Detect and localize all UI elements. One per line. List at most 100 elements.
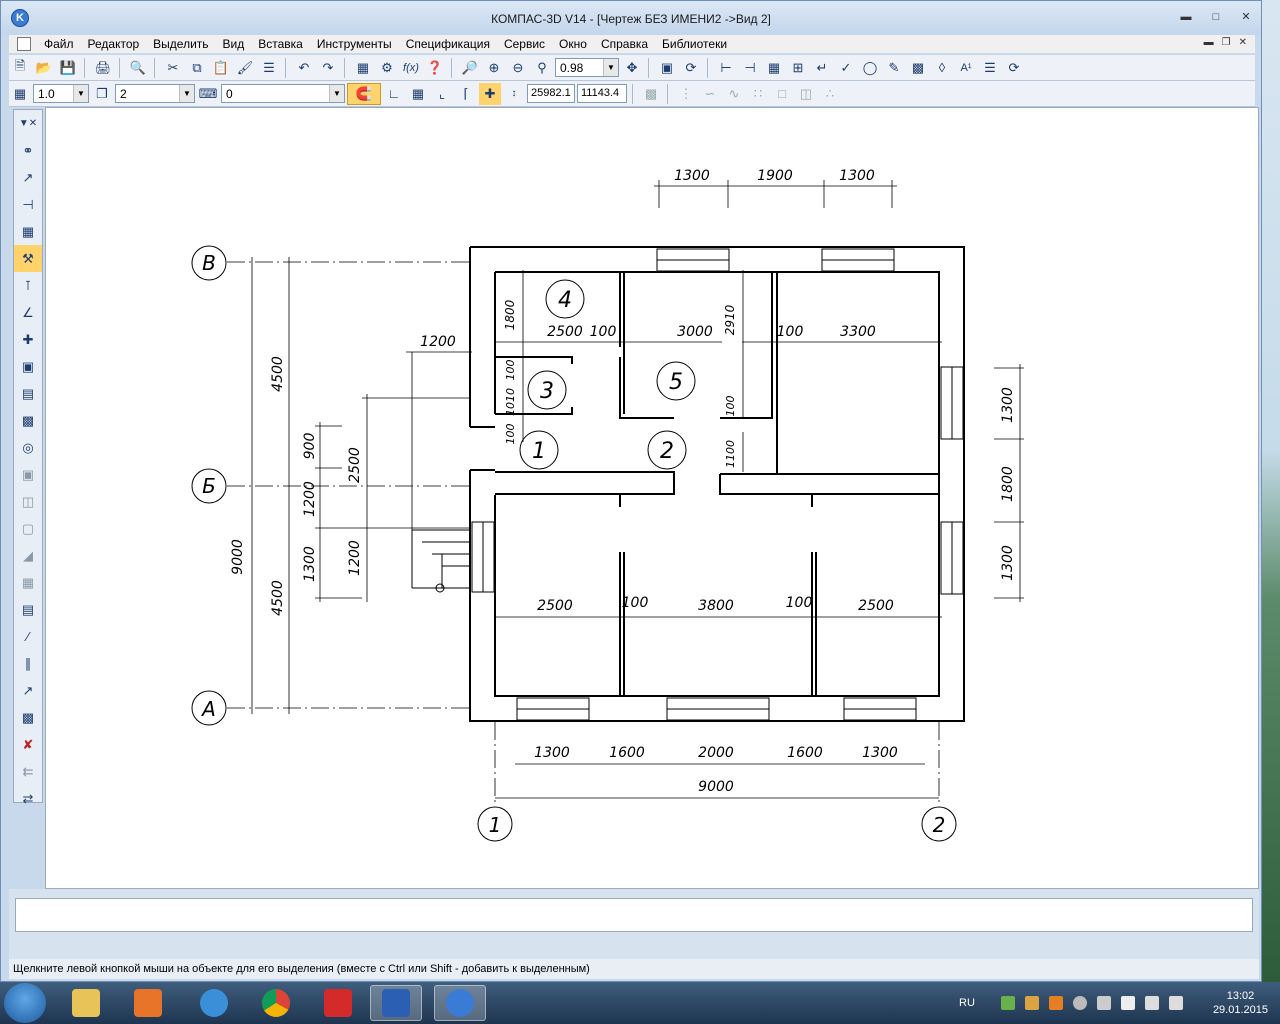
gray-tool-5-icon[interactable]: ▦: [14, 569, 42, 596]
doc-close-icon[interactable]: ✕: [1239, 37, 1247, 48]
coord-y-field[interactable]: 11143.4: [577, 84, 627, 103]
base-icon[interactable]: ◊: [931, 57, 953, 79]
menu-select[interactable]: Выделить: [146, 37, 215, 51]
print-icon[interactable]: 🖨: [92, 57, 114, 79]
variables-icon[interactable]: f(x): [400, 57, 422, 79]
local-cs-icon[interactable]: ⌞: [431, 83, 453, 105]
round-icon[interactable]: ✚: [479, 82, 501, 105]
spec-icon[interactable]: ☰: [979, 57, 1001, 79]
maximize-icon[interactable]: □: [1209, 11, 1223, 23]
chrome-icon[interactable]: [250, 985, 302, 1021]
explorer-icon[interactable]: [60, 985, 112, 1021]
help-pointer-icon[interactable]: ❓: [424, 57, 446, 79]
menu-service[interactable]: Сервис: [497, 37, 552, 51]
chevron-down-icon[interactable]: ▼: [329, 85, 344, 102]
snap-magnet-icon[interactable]: 🧲: [347, 82, 381, 105]
gray-tool-1-icon[interactable]: ▣: [14, 461, 42, 488]
mirror-icon[interactable]: ◫: [795, 83, 817, 105]
hatch-icon[interactable]: ▩: [640, 83, 662, 105]
grid-icon[interactable]: ▦: [407, 83, 429, 105]
properties-icon[interactable]: ☰: [258, 57, 280, 79]
scale-icon[interactable]: ▦: [9, 83, 31, 105]
network-icon[interactable]: [1072, 996, 1087, 1010]
media-player-icon[interactable]: [122, 985, 174, 1021]
doc-minimize-icon[interactable]: ▬: [1204, 37, 1214, 48]
library-icon[interactable]: ⚙: [376, 57, 398, 79]
zoom-window-icon[interactable]: 🔎: [459, 57, 481, 79]
array-icon[interactable]: ∴: [819, 83, 841, 105]
language-indicator[interactable]: RU: [959, 997, 975, 1009]
style-combo[interactable]: 0 ▼: [221, 84, 345, 103]
chevron-down-icon[interactable]: ▼: [603, 59, 618, 76]
grid-table-icon[interactable]: ▦: [763, 57, 785, 79]
rebuild-icon[interactable]: ⟳: [1003, 57, 1025, 79]
title-bar[interactable]: K КОМПАС-3D V14 - [Чертеж БЕЗ ИМЕНИ2 ->В…: [1, 1, 1261, 35]
layer-icon[interactable]: ❐: [91, 83, 113, 105]
show-all-icon[interactable]: ▣: [656, 57, 678, 79]
fit-icon[interactable]: ⇄: [14, 785, 42, 812]
style-icon[interactable]: ⌨: [197, 83, 219, 105]
insert-icon[interactable]: ◎: [14, 434, 42, 461]
format-painter-icon[interactable]: 🖌: [234, 57, 256, 79]
internet-explorer-icon[interactable]: [188, 985, 240, 1021]
menu-window[interactable]: Окно: [552, 37, 594, 51]
open-folder-icon[interactable]: 📂: [33, 57, 55, 79]
position-icon[interactable]: ◯: [859, 57, 881, 79]
zoom-combo[interactable]: 0.98 ▼: [555, 58, 619, 77]
tray-app-3-icon[interactable]: [1096, 996, 1111, 1010]
gray-tool-2-icon[interactable]: ◫: [14, 488, 42, 515]
menu-view[interactable]: Вид: [216, 37, 252, 51]
tray-app-icon[interactable]: [1024, 996, 1039, 1010]
redo-icon[interactable]: ↷: [317, 57, 339, 79]
menu-file[interactable]: Файл: [37, 37, 81, 51]
parametrization-icon[interactable]: ⊺: [14, 272, 42, 299]
word-icon[interactable]: [370, 985, 422, 1021]
zoom-in-icon[interactable]: ⊕: [483, 57, 505, 79]
measure-icon[interactable]: ∠: [14, 299, 42, 326]
command-input[interactable]: [15, 898, 1253, 932]
align-icon[interactable]: ⇇: [14, 758, 42, 785]
spline-icon[interactable]: ∿: [723, 83, 745, 105]
menu-help[interactable]: Справка: [594, 37, 655, 51]
build-designations-icon[interactable]: ▦: [14, 218, 42, 245]
document-icon[interactable]: [17, 37, 31, 51]
drawing-canvas[interactable]: В Б А 1 2 4 3 5 1 2 1300 1900 1300 1300 …: [45, 107, 1259, 889]
paste-icon[interactable]: 📋: [210, 57, 232, 79]
menu-tools[interactable]: Инструменты: [310, 37, 399, 51]
start-button-icon[interactable]: [4, 983, 46, 1023]
parallel-lines-icon[interactable]: ∥: [14, 650, 42, 677]
reports-icon[interactable]: ▩: [14, 407, 42, 434]
minimize-icon[interactable]: ▬: [1179, 11, 1193, 23]
auto-dimension-icon[interactable]: ⊣: [739, 57, 761, 79]
delete-icon[interactable]: ✘: [14, 731, 42, 758]
roughness-icon[interactable]: ✓: [835, 57, 857, 79]
text-tool-icon[interactable]: ✎: [883, 57, 905, 79]
cut-icon[interactable]: ✂: [162, 57, 184, 79]
dimensions-icon[interactable]: ↗: [14, 164, 42, 191]
save-icon[interactable]: 💾: [57, 57, 79, 79]
editing-icon[interactable]: ⚒: [14, 245, 42, 272]
gray-tool-3-icon[interactable]: ▢: [14, 515, 42, 542]
segment-icon[interactable]: ↗: [14, 677, 42, 704]
zoom-scale-icon[interactable]: ⚲: [531, 57, 553, 79]
screen-recorder-icon[interactable]: [312, 985, 364, 1021]
dimension-tool-icon[interactable]: ⊢: [715, 57, 737, 79]
menu-insert[interactable]: Вставка: [251, 37, 310, 51]
close-icon[interactable]: ✕: [1239, 11, 1253, 23]
designations-icon[interactable]: ⊣: [14, 191, 42, 218]
contour-icon[interactable]: □: [771, 83, 793, 105]
undo-icon[interactable]: ↶: [293, 57, 315, 79]
doc-restore-icon[interactable]: ❐: [1222, 37, 1231, 48]
download-icon[interactable]: [1000, 996, 1015, 1010]
copy-icon[interactable]: ⧉: [186, 57, 208, 79]
menu-libraries[interactable]: Библиотеки: [655, 37, 734, 51]
refresh-icon[interactable]: ⟳: [680, 57, 702, 79]
geometry-icon[interactable]: ⚭: [14, 137, 42, 164]
letter-icon[interactable]: A¹: [955, 57, 977, 79]
menu-editor[interactable]: Редактор: [81, 37, 147, 51]
spec-panel-icon[interactable]: ▤: [14, 380, 42, 407]
zoom-out-icon[interactable]: ⊖: [507, 57, 529, 79]
menu-specification[interactable]: Спецификация: [399, 37, 497, 51]
tray-app-2-icon[interactable]: [1048, 996, 1063, 1010]
manager-icon[interactable]: ▦: [352, 57, 374, 79]
